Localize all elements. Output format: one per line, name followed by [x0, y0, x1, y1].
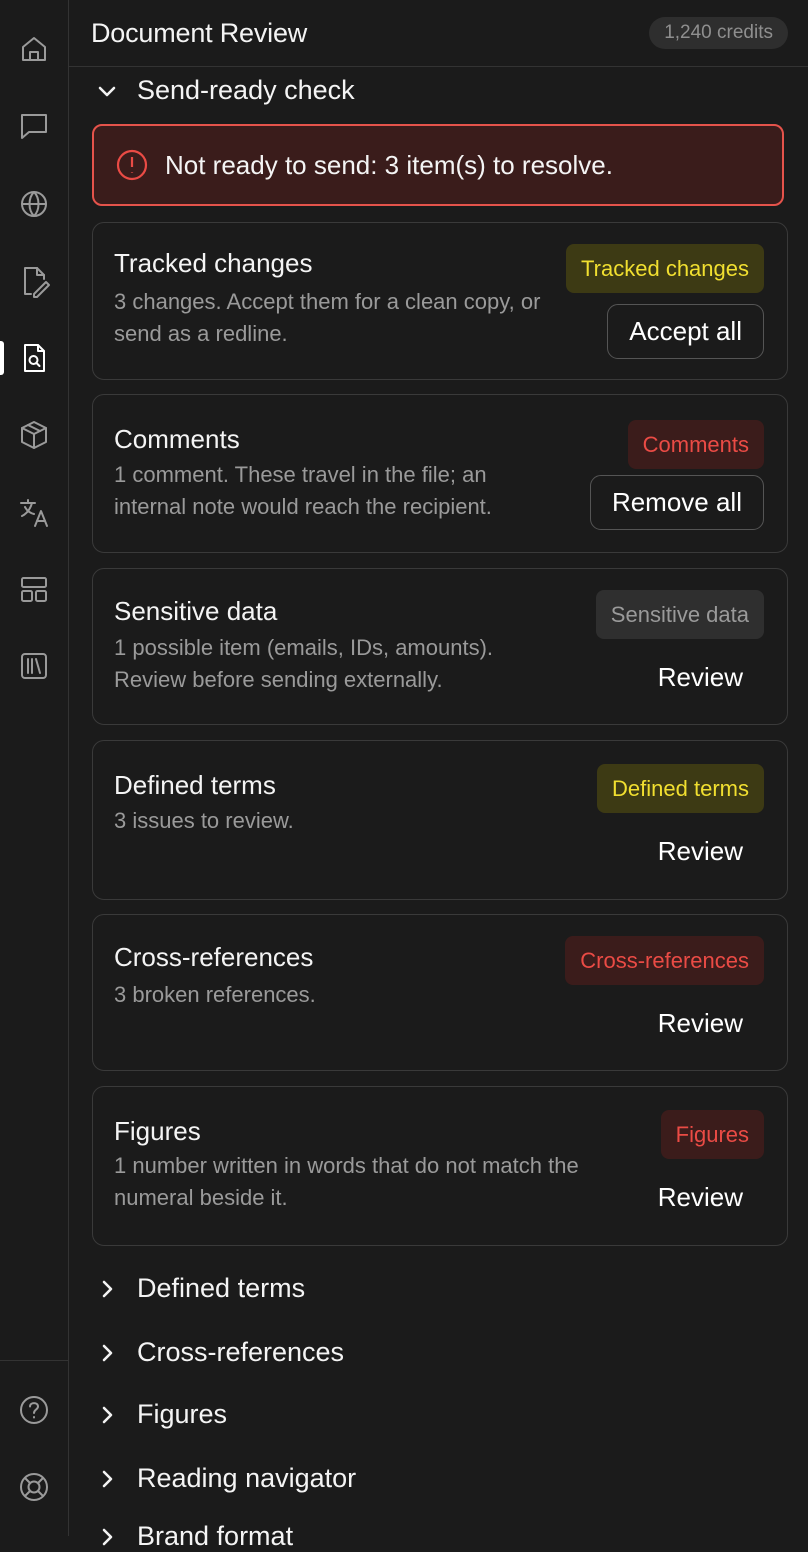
status-badge: Comments	[627, 420, 764, 469]
card-description: 1 number written in words that do not ma…	[114, 1153, 579, 1210]
status-badge: Figures	[660, 1110, 764, 1159]
library-icon	[21, 653, 47, 679]
section-label: Reading navigator	[137, 1463, 357, 1493]
globe-icon	[21, 191, 47, 217]
card-title: Figures	[114, 1116, 201, 1146]
section-toggle-brand-format[interactable]: Brand format	[96, 1521, 293, 1552]
alert-message: Not ready to send: 3 item(s) to resolve.	[165, 149, 613, 180]
check-card-cross-references: Cross-references 3 broken references. Cr…	[92, 914, 788, 1071]
nav-layout[interactable]	[0, 564, 68, 614]
nav-edit-document[interactable]	[0, 256, 68, 306]
chevron-right-icon	[102, 1470, 113, 1487]
cube-icon	[21, 421, 47, 449]
left-rail	[0, 0, 69, 1536]
status-badge: Tracked changes	[566, 244, 764, 293]
review-button[interactable]: Review	[658, 662, 743, 693]
check-card-comments: Comments 1 comment. These travel in the …	[92, 394, 788, 553]
status-badge: Defined terms	[597, 764, 764, 813]
home-icon	[22, 37, 46, 61]
nav-web[interactable]	[0, 179, 68, 229]
check-card-sensitive-data: Sensitive data 1 possible item (emails, …	[92, 568, 788, 725]
chevron-down-icon	[98, 86, 116, 96]
section-label: Defined terms	[137, 1273, 306, 1303]
nav-support[interactable]	[0, 1462, 68, 1512]
check-card-defined-terms: Defined terms 3 issues to review. Define…	[92, 740, 788, 900]
page-title: Document Review	[91, 18, 308, 48]
section-toggle-figures[interactable]: Figures	[96, 1399, 227, 1430]
status-badge: Cross-references	[565, 936, 764, 985]
card-description: 3 issues to review.	[114, 808, 294, 833]
review-button[interactable]: Review	[658, 1182, 743, 1213]
section-toggle-reading-navigator[interactable]: Reading navigator	[96, 1463, 356, 1494]
card-description: 1 comment. These travel in the file; an …	[114, 462, 492, 519]
card-title: Sensitive data	[114, 596, 278, 626]
chevron-right-icon	[102, 1406, 113, 1423]
status-badge: Sensitive data	[595, 590, 764, 639]
chevron-right-icon	[102, 1528, 113, 1545]
card-title: Tracked changes	[114, 248, 313, 278]
card-description: 3 changes. Accept them for a clean copy,…	[114, 289, 541, 346]
help-icon	[20, 1396, 48, 1424]
nav-home[interactable]	[0, 24, 68, 74]
alert-circle-icon	[116, 149, 148, 181]
nav-library[interactable]	[0, 641, 68, 691]
card-title: Comments	[114, 424, 240, 454]
section-toggle-defined-terms[interactable]: Defined terms	[96, 1273, 305, 1304]
check-card-tracked-changes: Tracked changes 3 changes. Accept them f…	[92, 222, 788, 380]
nav-chat[interactable]	[0, 101, 68, 151]
chat-icon	[21, 114, 47, 139]
section-label: Brand format	[137, 1521, 294, 1551]
card-description: 3 broken references.	[114, 982, 316, 1007]
section-label: Figures	[137, 1399, 228, 1429]
section-label: Send-ready check	[137, 75, 355, 105]
section-label: Cross-references	[137, 1337, 345, 1367]
rail-divider	[0, 1360, 68, 1361]
credits-badge: 1,240 credits	[649, 17, 788, 49]
chevron-right-icon	[102, 1280, 113, 1297]
not-ready-alert: Not ready to send: 3 item(s) to resolve.	[92, 124, 784, 206]
review-button[interactable]: Review	[658, 836, 743, 867]
layout-icon	[21, 577, 47, 602]
chevron-right-icon	[102, 1344, 113, 1361]
panel-header: Document Review 1,240 credits	[69, 0, 808, 67]
card-description: 1 possible item (emails, IDs, amounts). …	[114, 635, 494, 692]
accept-all-button[interactable]: Accept all	[607, 304, 764, 359]
nav-document-review[interactable]	[0, 333, 68, 383]
translate-icon	[20, 499, 48, 527]
remove-all-button[interactable]: Remove all	[589, 475, 764, 530]
nav-translate[interactable]	[0, 487, 68, 537]
section-toggle-cross-references[interactable]: Cross-references	[96, 1337, 344, 1368]
support-icon	[20, 1473, 48, 1501]
send-ready-toggle[interactable]: Send-ready check	[96, 75, 355, 106]
edit-document-icon	[24, 267, 50, 298]
document-search-icon	[24, 344, 45, 372]
card-title: Defined terms	[114, 770, 276, 800]
nav-modules[interactable]	[0, 410, 68, 460]
review-button[interactable]: Review	[658, 1008, 743, 1039]
card-title: Cross-references	[114, 942, 314, 972]
check-card-figures: Figures 1 number written in words that d…	[92, 1086, 788, 1246]
nav-help[interactable]	[0, 1385, 68, 1435]
